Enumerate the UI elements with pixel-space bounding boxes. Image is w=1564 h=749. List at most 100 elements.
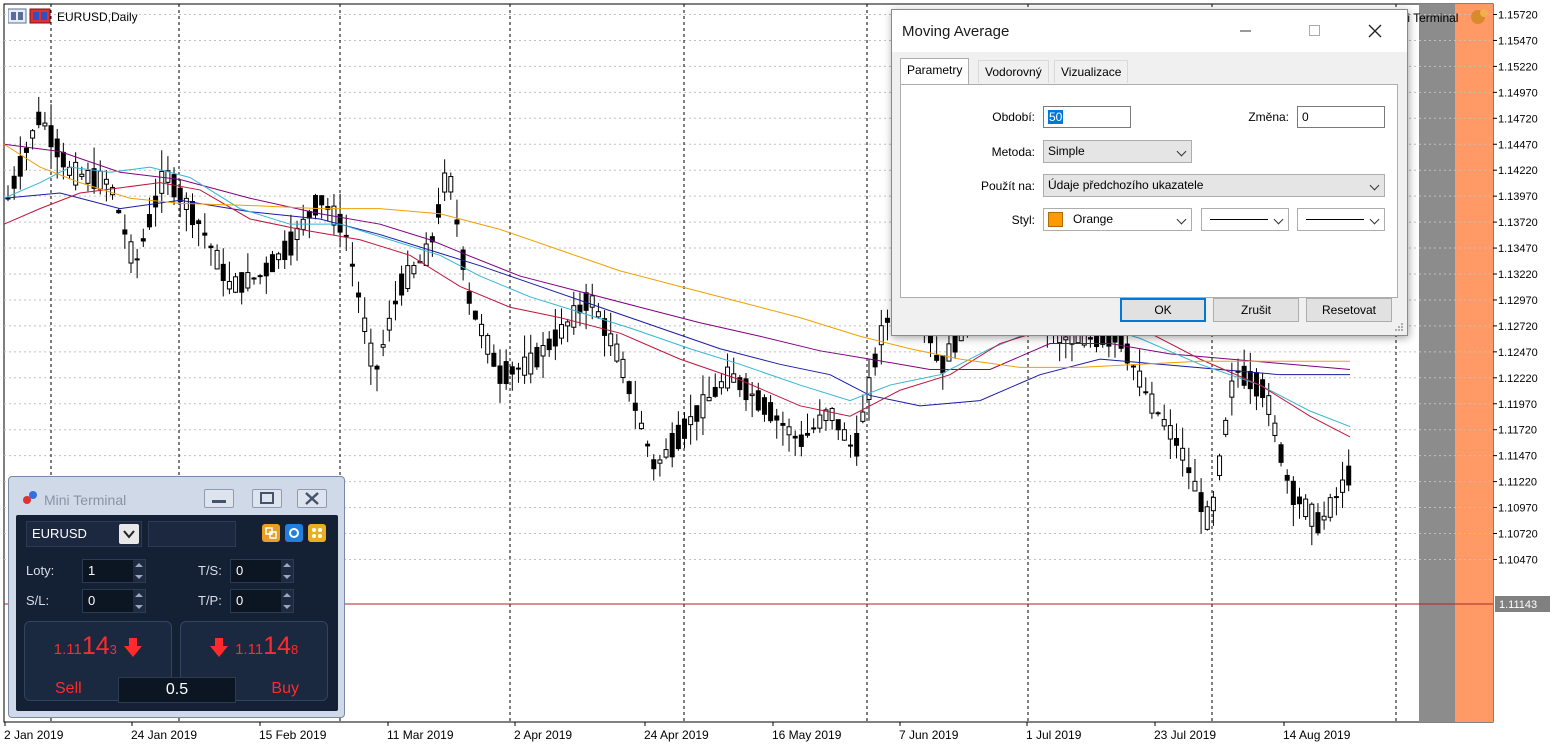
line-width-sample (1306, 219, 1364, 220)
candle-body (116, 209, 122, 214)
candle-body (349, 263, 355, 267)
cancel-button[interactable]: Zrušit (1213, 298, 1299, 322)
candle-body (632, 402, 638, 411)
mini-minimize-button[interactable] (204, 489, 234, 508)
period-label: Období: (992, 110, 1035, 124)
mini-maximize-button[interactable] (252, 489, 282, 508)
candle-body (1266, 395, 1272, 415)
candle-body (811, 427, 817, 430)
candle-body (559, 324, 564, 339)
ts-label: T/S: (198, 563, 222, 578)
candle-body (306, 211, 312, 219)
candle-body (761, 397, 767, 415)
candle-body (411, 264, 417, 275)
comment-field[interactable] (148, 521, 236, 547)
price-tick-label: 1.10720 (1498, 529, 1538, 541)
candle-body (1137, 370, 1143, 388)
candle-body (669, 432, 675, 458)
minimize-button[interactable] (1223, 10, 1269, 52)
line-style-select[interactable] (1201, 208, 1289, 231)
apply-to-select[interactable]: Údaje předchozího ukazatele (1043, 174, 1385, 197)
candle-body (282, 240, 288, 261)
method-label: Metoda: (991, 145, 1035, 159)
candle-body (1174, 438, 1179, 446)
reset-button[interactable]: Resetovat (1306, 298, 1392, 322)
maximize-button[interactable] (1292, 10, 1338, 52)
candle-body (620, 358, 626, 379)
candle-body (1149, 393, 1155, 414)
mini-terminal-window: Mini Terminal EURUSD Loty: 1 T/S: 0 S/L:… (8, 476, 345, 718)
sl-spinner[interactable] (133, 590, 145, 612)
candle-body (472, 310, 478, 320)
close-button[interactable] (1352, 10, 1398, 52)
candle-body (626, 381, 632, 395)
date-tick-label: 11 Mar 2019 (387, 728, 454, 742)
date-tick-label: 16 May 2019 (772, 728, 842, 742)
mini-close-button[interactable] (297, 489, 327, 508)
future-zone-orange (1455, 4, 1493, 722)
candle-body (85, 170, 91, 184)
candle-body (54, 138, 60, 158)
color-name: Orange (1073, 212, 1114, 226)
period-input[interactable]: 50 (1043, 106, 1131, 128)
candle-body (269, 254, 275, 273)
dialog-titlebar[interactable]: Moving Average (892, 10, 1407, 52)
candle-body (30, 130, 36, 139)
volume-field[interactable]: 0.5 (118, 677, 236, 703)
line-width-select[interactable] (1297, 208, 1385, 231)
candle-body (866, 377, 872, 400)
date-tick-label: 24 Jan 2019 (131, 728, 197, 742)
date-tick-label: 2 Jan 2019 (4, 728, 64, 742)
buy-price-sup: 8 (291, 642, 299, 657)
candle-body (103, 178, 109, 185)
candle-body (1161, 419, 1167, 427)
shift-input[interactable]: 0 (1297, 106, 1385, 128)
lots-spinner[interactable] (133, 560, 145, 582)
tab-parametry[interactable]: Parametry (900, 58, 970, 84)
candle-body (479, 323, 485, 337)
sl-input[interactable]: 0 (82, 589, 146, 613)
style-label: Styl: (1011, 213, 1035, 227)
candle-body (1180, 447, 1186, 461)
method-select[interactable]: Simple (1043, 140, 1192, 163)
chart-window-icons[interactable] (7, 8, 52, 24)
minimize-icon (212, 500, 226, 503)
candle-body (940, 355, 946, 374)
ok-button[interactable]: OK (1120, 298, 1206, 322)
price-tick-label: 1.15720 (1498, 10, 1538, 22)
tp-spinner[interactable] (281, 590, 293, 612)
price-tick-label: 1.13720 (1498, 217, 1538, 229)
ts-input[interactable]: 0 (230, 559, 294, 583)
candle-body (17, 155, 23, 177)
candle-body (860, 411, 866, 422)
color-select[interactable]: Orange (1043, 208, 1192, 231)
price-tick-label: 1.12970 (1498, 295, 1538, 307)
date-axis: 2 Jan 2019 24 Jan 2019 15 Feb 2019 11 Mar 2… (4, 722, 1351, 742)
current-price-text: 1.11143 (1499, 599, 1537, 611)
candle-body (805, 432, 810, 436)
tab-vodorovny[interactable]: Vodorovný (978, 60, 1049, 83)
ts-spinner[interactable] (281, 560, 293, 582)
period-value: 50 (1048, 110, 1064, 124)
candle-body (515, 367, 521, 370)
resize-grip-icon[interactable] (1394, 322, 1404, 332)
candle-body (540, 345, 546, 357)
tab-vizualizace[interactable]: Vizualizace (1054, 60, 1129, 83)
candle-body (614, 343, 620, 362)
lots-input[interactable]: 1 (82, 559, 146, 583)
terminal-tool-icons[interactable] (262, 523, 326, 543)
candle-body (134, 258, 140, 261)
candle-body (288, 231, 294, 256)
mini-terminal-titlebar[interactable]: Mini Terminal (9, 477, 344, 511)
candle-body (239, 272, 245, 293)
symbol-select[interactable]: EURUSD (26, 521, 142, 547)
candle-body (854, 432, 860, 457)
buy-label: Buy (271, 680, 299, 697)
candle-body (608, 333, 614, 347)
candle-body (1063, 336, 1069, 341)
price-axis: 1.15720 1.15470 1.15220 1.14970 1.14720 1.144… (1493, 10, 1538, 566)
symbol-value: EURUSD (32, 526, 87, 541)
candle-body (153, 195, 159, 208)
tp-input[interactable]: 0 (230, 589, 294, 613)
candle-body (675, 424, 681, 450)
